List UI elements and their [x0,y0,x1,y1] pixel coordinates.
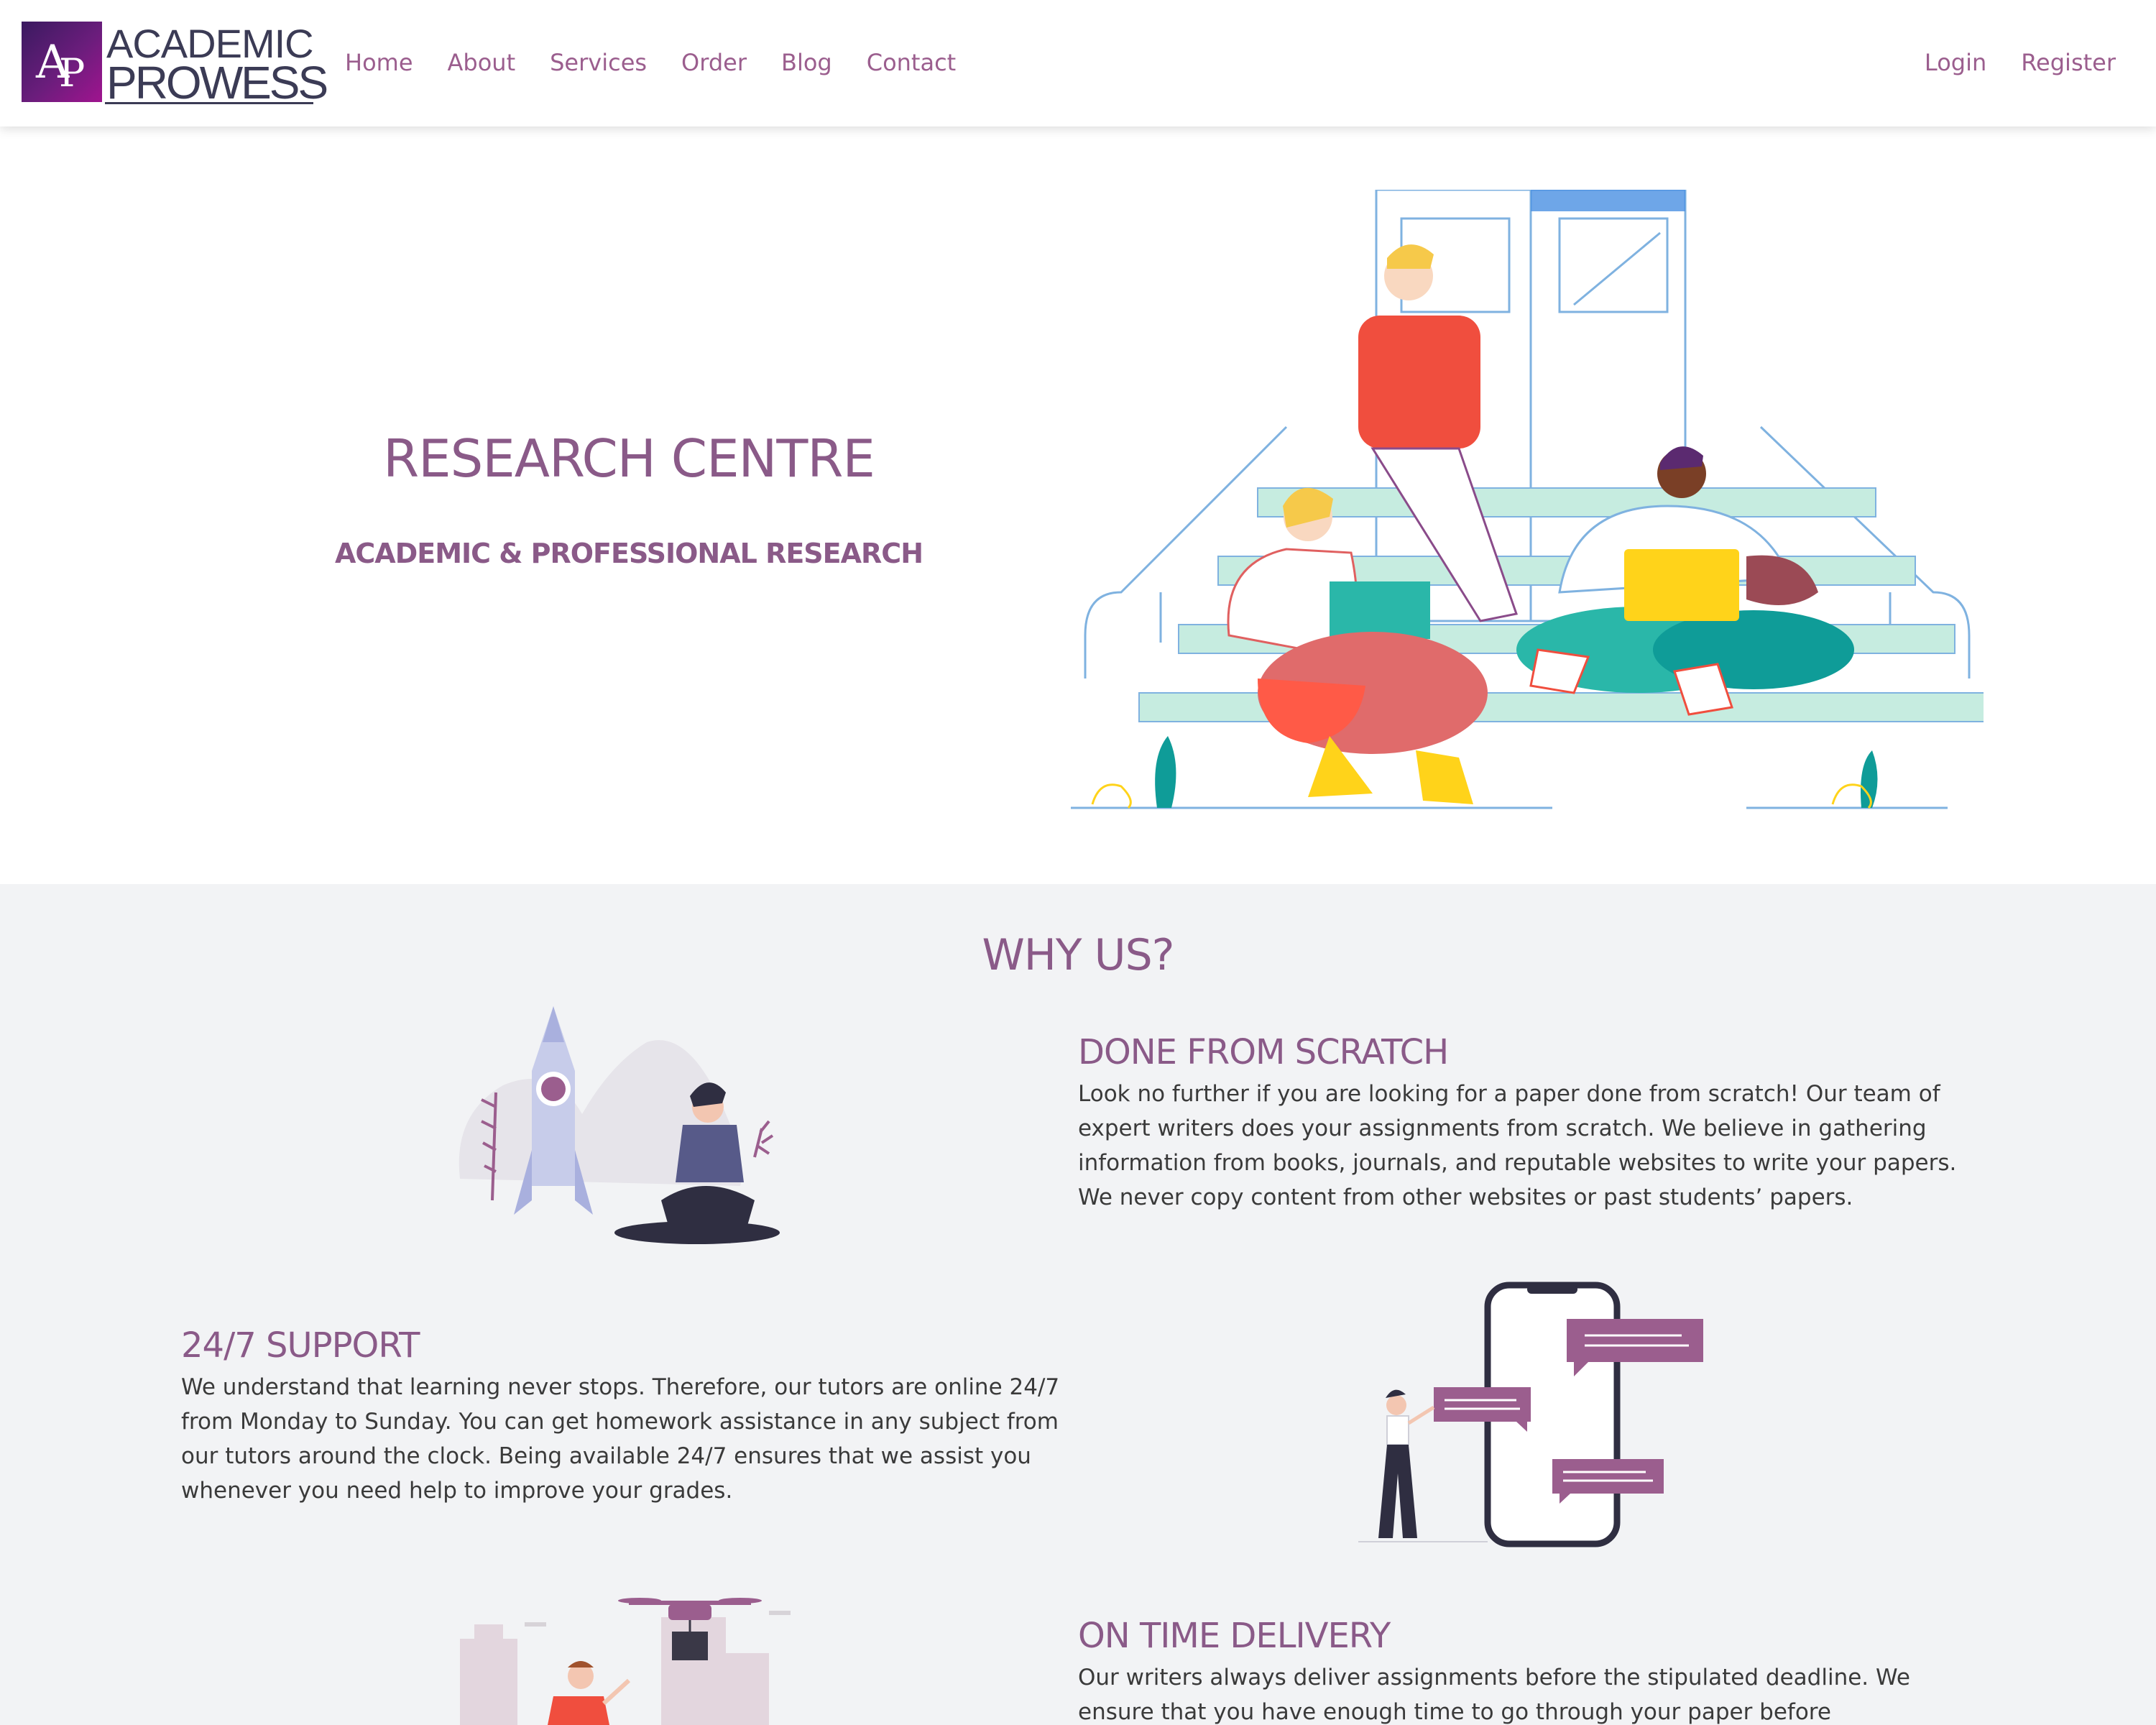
rocket-and-person-illustration [459,1006,780,1244]
hero-section: RESEARCH CENTRE ACADEMIC & PROFESSIONAL … [0,126,2156,884]
account-nav: Login Register [1925,46,2116,79]
why-us-section: WHY US? DONE FROM SCRATCH Look no furthe… [0,884,2156,1725]
feature-text-support: We understand that learning never stops.… [181,1374,1060,1504]
site-header: A P ACADEMIC PROWESS Home About Services… [0,0,2156,126]
feature-heading-support: 24/7 SUPPORT [181,1325,420,1366]
feature-heading-delivery: ON TIME DELIVERY [1078,1616,1391,1656]
nav-about[interactable]: About [448,46,516,79]
feature-text-delivery: Our writers always deliver assignments b… [1078,1665,1910,1725]
nav-order[interactable]: Order [681,46,747,79]
logo-wordmark-line-2: PROWESS [106,57,328,109]
hero-title: RESEARCH CENTRE [383,428,875,489]
feature-heading-scratch: DONE FROM SCRATCH [1078,1032,1449,1072]
logo-underline [105,102,313,104]
phone-chat-illustration [1358,1282,1703,1547]
students-on-stairs-illustration [1071,190,1984,809]
nav-home[interactable]: Home [345,46,413,79]
nav-services[interactable]: Services [550,46,647,79]
hero-subtitle: ACADEMIC & PROFESSIONAL RESEARCH [334,538,923,569]
nav-register[interactable]: Register [2021,46,2116,79]
feature-text-scratch: Look no further if you are looking for a… [1078,1081,1957,1210]
nav-contact[interactable]: Contact [867,46,957,79]
site-logo[interactable]: A P ACADEMIC PROWESS [22,20,328,109]
why-us-title: WHY US? [982,930,1174,980]
nav-blog[interactable]: Blog [781,46,832,79]
nav-login[interactable]: Login [1925,46,1986,79]
logo-mark-icon: A P [22,22,102,102]
drone-delivery-illustration [460,1598,791,1725]
main-nav: Home About Services Order Blog Contact [345,46,956,79]
